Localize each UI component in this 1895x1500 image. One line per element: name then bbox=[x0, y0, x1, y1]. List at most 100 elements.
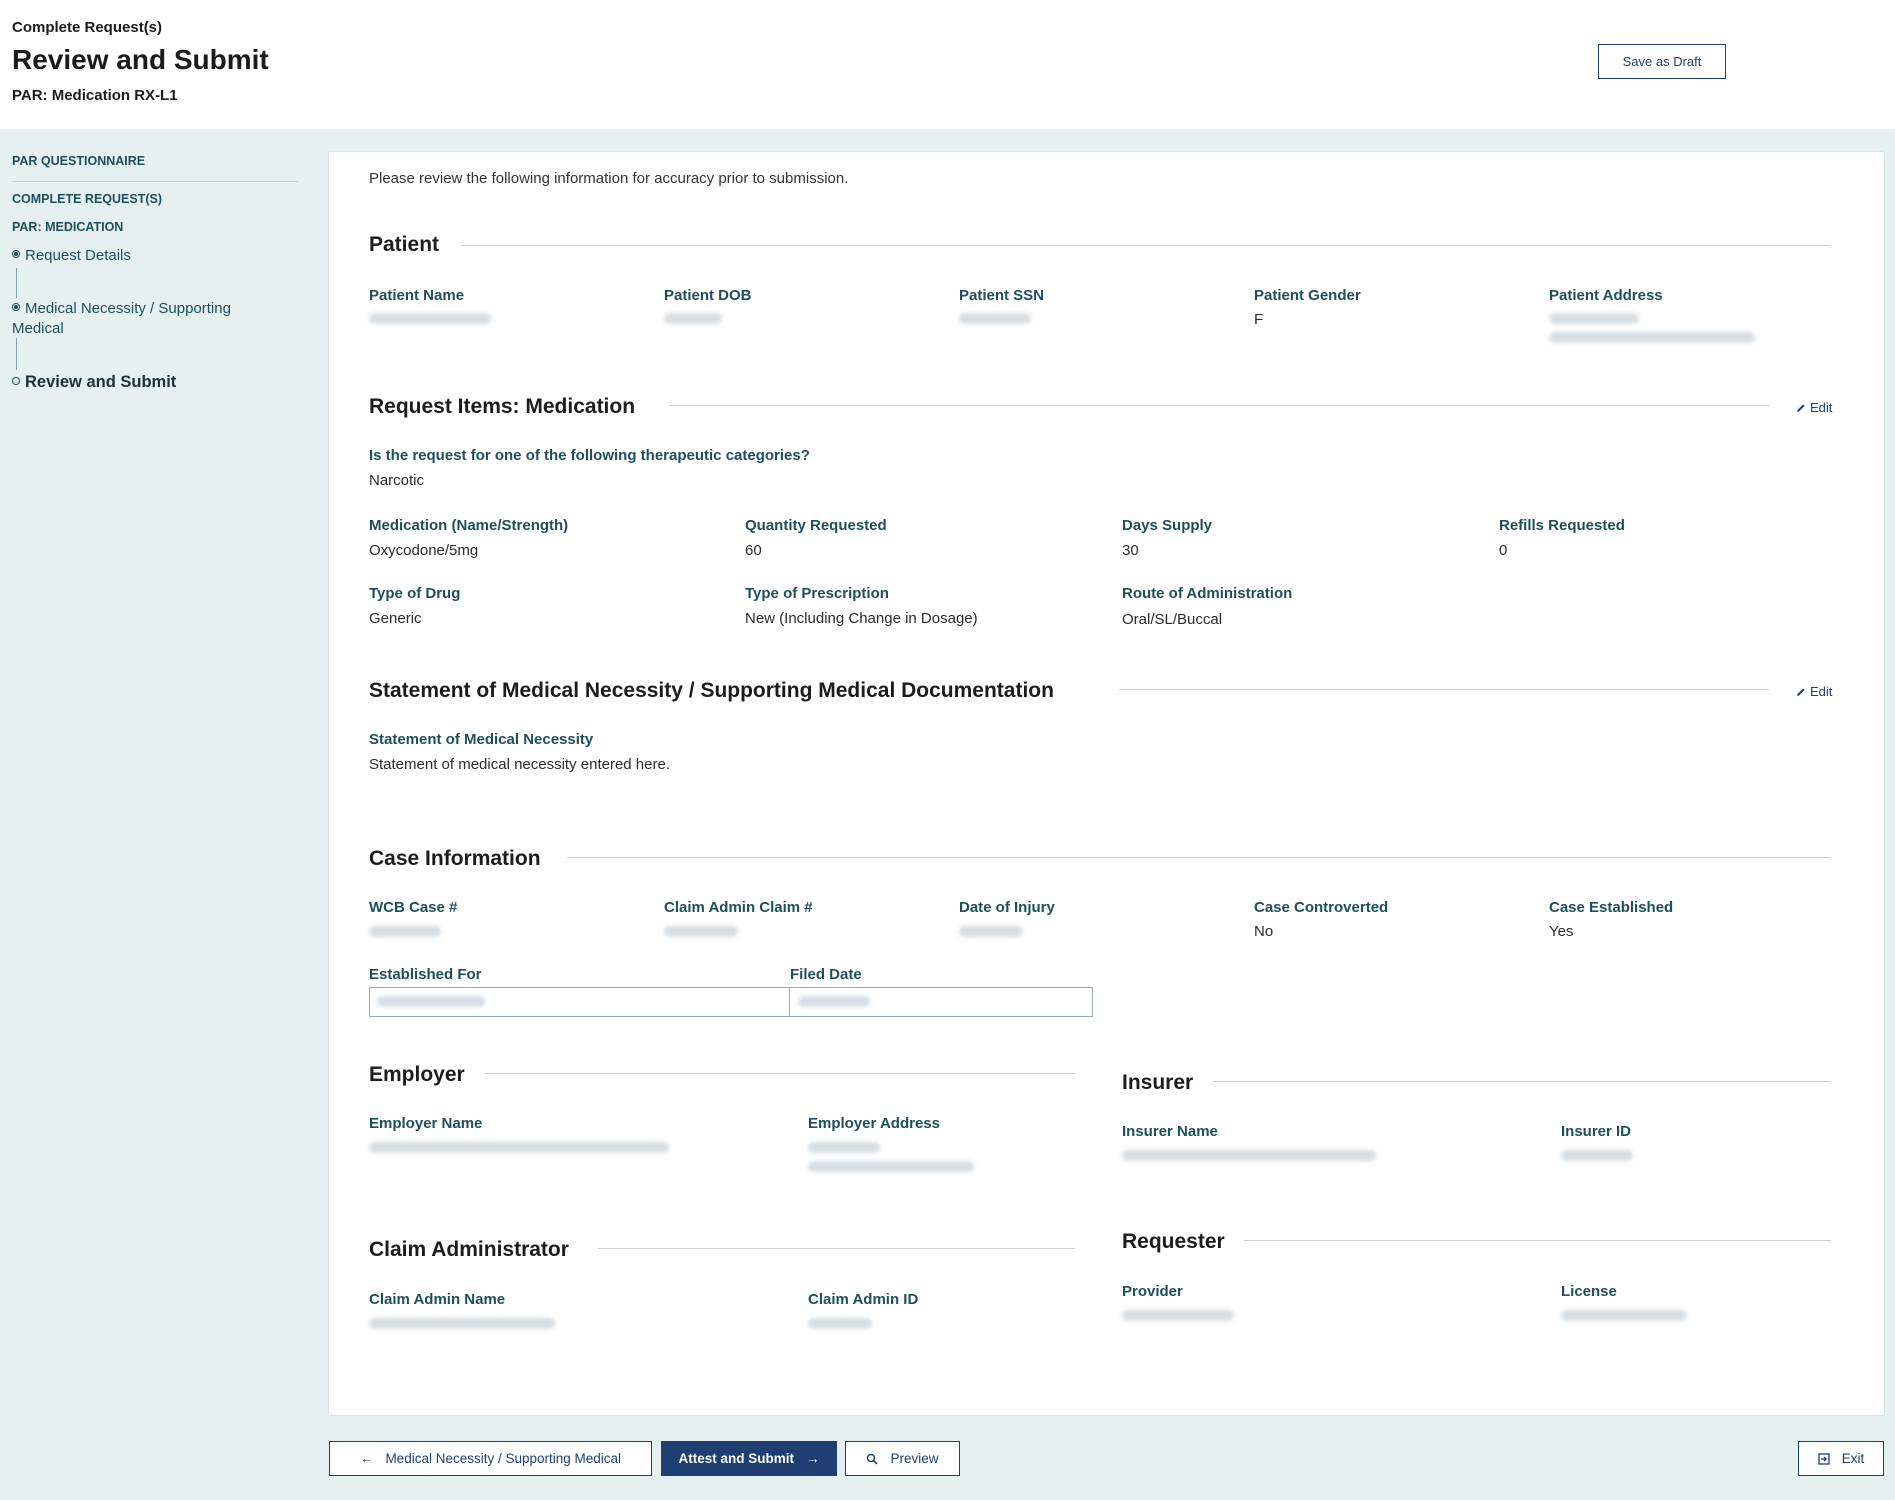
section-rule bbox=[598, 1248, 1075, 1249]
edit-label: Edit bbox=[1810, 400, 1833, 415]
case-established-label: Case Established bbox=[1549, 899, 1674, 916]
step-connector bbox=[16, 338, 17, 370]
section-title-claim-administrator: Claim Administrator bbox=[369, 1238, 569, 1261]
pencil-icon bbox=[1797, 688, 1805, 696]
established-for-label: Established For bbox=[369, 966, 482, 983]
edit-label: Edit bbox=[1810, 684, 1833, 699]
employer-name-redacted bbox=[369, 1142, 669, 1153]
therapeutic-category-label: Is the request for one of the following … bbox=[369, 447, 810, 464]
medical-necessity-value: Statement of medical necessity entered h… bbox=[369, 756, 670, 773]
sidebar-item-label: Request Details bbox=[25, 247, 131, 264]
wcb-case-redacted bbox=[369, 926, 441, 937]
prescription-type-label: Type of Prescription bbox=[745, 585, 889, 602]
sidebar-divider bbox=[12, 181, 298, 182]
sidebar-item-medical-necessity[interactable]: Medical Necessity / Supporting Medical bbox=[12, 299, 282, 339]
insurer-id-label: Insurer ID bbox=[1561, 1123, 1632, 1140]
sidebar-heading-questionnaire[interactable]: PAR QUESTIONNAIRE bbox=[12, 154, 145, 168]
back-button-label: Medical Necessity / Supporting Medical bbox=[385, 1451, 622, 1466]
patient-name-redacted bbox=[369, 313, 491, 324]
sidebar-item-review-submit[interactable]: Review and Submit bbox=[12, 372, 282, 392]
case-established-value: Yes bbox=[1549, 923, 1574, 940]
filed-date-redacted bbox=[798, 996, 870, 1007]
days-supply-value: 30 bbox=[1122, 542, 1139, 559]
patient-name-label: Patient Name bbox=[369, 287, 465, 304]
route-value: Oral/SL/Buccal bbox=[1122, 611, 1223, 628]
page-subtitle: PAR: Medication RX-L1 bbox=[12, 87, 178, 104]
date-of-injury-label: Date of Injury bbox=[959, 899, 1055, 916]
exit-icon bbox=[1818, 1452, 1830, 1465]
patient-address-redacted bbox=[1549, 332, 1755, 343]
medication-label: Medication (Name/Strength) bbox=[369, 517, 569, 534]
section-rule bbox=[669, 405, 1769, 406]
claim-admin-claim-label: Claim Admin Claim # bbox=[664, 899, 813, 916]
quantity-value: 60 bbox=[745, 542, 762, 559]
patient-ssn-label: Patient SSN bbox=[959, 287, 1045, 304]
employer-address-label: Employer Address bbox=[808, 1115, 940, 1132]
sidebar-heading-complete-requests[interactable]: COMPLETE REQUEST(S) bbox=[12, 192, 162, 206]
filed-date-label: Filed Date bbox=[790, 966, 862, 983]
sidebar-item-request-details[interactable]: Request Details bbox=[12, 246, 282, 266]
case-controverted-label: Case Controverted bbox=[1254, 899, 1389, 916]
patient-address-label: Patient Address bbox=[1549, 287, 1663, 304]
back-medical-necessity-button[interactable]: ← Medical Necessity / Supporting Medical bbox=[329, 1441, 652, 1476]
established-for-redacted bbox=[377, 996, 485, 1007]
section-rule bbox=[461, 245, 1831, 246]
insurer-name-label: Insurer Name bbox=[1122, 1123, 1218, 1140]
step-current-icon bbox=[12, 376, 20, 385]
patient-ssn-redacted bbox=[959, 313, 1031, 324]
attest-and-submit-button[interactable]: Attest and Submit → bbox=[661, 1441, 837, 1476]
license-redacted bbox=[1561, 1310, 1687, 1321]
step-complete-icon bbox=[12, 250, 20, 259]
preview-button[interactable]: Preview bbox=[845, 1441, 960, 1476]
sidebar-item-label: Medical Necessity / Supporting Medical bbox=[12, 300, 231, 337]
insurer-id-redacted bbox=[1561, 1150, 1633, 1161]
quantity-label: Quantity Requested bbox=[745, 517, 887, 534]
page-eyebrow: Complete Request(s) bbox=[12, 19, 163, 36]
section-title-requester: Requester bbox=[1122, 1230, 1225, 1253]
medical-necessity-label: Statement of Medical Necessity bbox=[369, 731, 594, 748]
refills-label: Refills Requested bbox=[1499, 517, 1625, 534]
provider-redacted bbox=[1122, 1310, 1234, 1321]
claim-admin-claim-redacted bbox=[664, 926, 738, 937]
patient-gender-value: F bbox=[1254, 311, 1264, 328]
provider-label: Provider bbox=[1122, 1283, 1183, 1300]
patient-dob-redacted bbox=[664, 313, 722, 324]
page-title: Review and Submit bbox=[12, 44, 269, 75]
prescription-type-value: New (Including Change in Dosage) bbox=[745, 610, 978, 627]
claim-admin-id-label: Claim Admin ID bbox=[808, 1291, 919, 1308]
section-rule bbox=[1119, 689, 1769, 690]
therapeutic-category-value: Narcotic bbox=[369, 472, 425, 489]
section-title-medical-necessity: Statement of Medical Necessity / Support… bbox=[369, 679, 1054, 702]
claim-admin-id-redacted bbox=[808, 1318, 872, 1329]
edit-request-items-link[interactable]: Edit bbox=[1796, 400, 1832, 415]
section-title-patient: Patient bbox=[369, 233, 440, 256]
save-as-draft-button[interactable]: Save as Draft bbox=[1598, 44, 1726, 79]
arrow-left-icon: ← bbox=[359, 1451, 374, 1466]
drug-type-value: Generic bbox=[369, 610, 422, 627]
section-title-employer: Employer bbox=[369, 1063, 465, 1086]
refills-value: 0 bbox=[1499, 542, 1508, 559]
section-rule bbox=[567, 857, 1831, 858]
claim-admin-name-label: Claim Admin Name bbox=[369, 1291, 506, 1308]
review-card: Please review the following information … bbox=[329, 152, 1884, 1415]
employer-name-label: Employer Name bbox=[369, 1115, 483, 1132]
arrow-right-icon: → bbox=[806, 1451, 820, 1466]
patient-gender-label: Patient Gender bbox=[1254, 287, 1361, 304]
attest-button-label: Attest and Submit bbox=[678, 1451, 794, 1466]
insurer-name-redacted bbox=[1122, 1150, 1376, 1161]
sidebar-item-label: Review and Submit bbox=[25, 373, 177, 391]
route-label: Route of Administration bbox=[1122, 585, 1293, 602]
employer-address-redacted bbox=[808, 1142, 880, 1153]
case-controverted-value: No bbox=[1254, 923, 1274, 940]
pencil-icon bbox=[1797, 404, 1805, 412]
patient-dob-label: Patient DOB bbox=[664, 287, 752, 304]
edit-medical-necessity-link[interactable]: Edit bbox=[1796, 684, 1832, 699]
license-label: License bbox=[1561, 1283, 1617, 1300]
sidebar-heading-medication: PAR: MEDICATION bbox=[12, 220, 124, 234]
exit-button[interactable]: Exit bbox=[1798, 1441, 1884, 1476]
medication-value: Oxycodone/5mg bbox=[369, 542, 479, 559]
section-rule bbox=[485, 1073, 1075, 1074]
claim-admin-name-redacted bbox=[369, 1318, 555, 1329]
intro-text: Please review the following information … bbox=[369, 170, 849, 187]
preview-button-label: Preview bbox=[890, 1451, 939, 1466]
